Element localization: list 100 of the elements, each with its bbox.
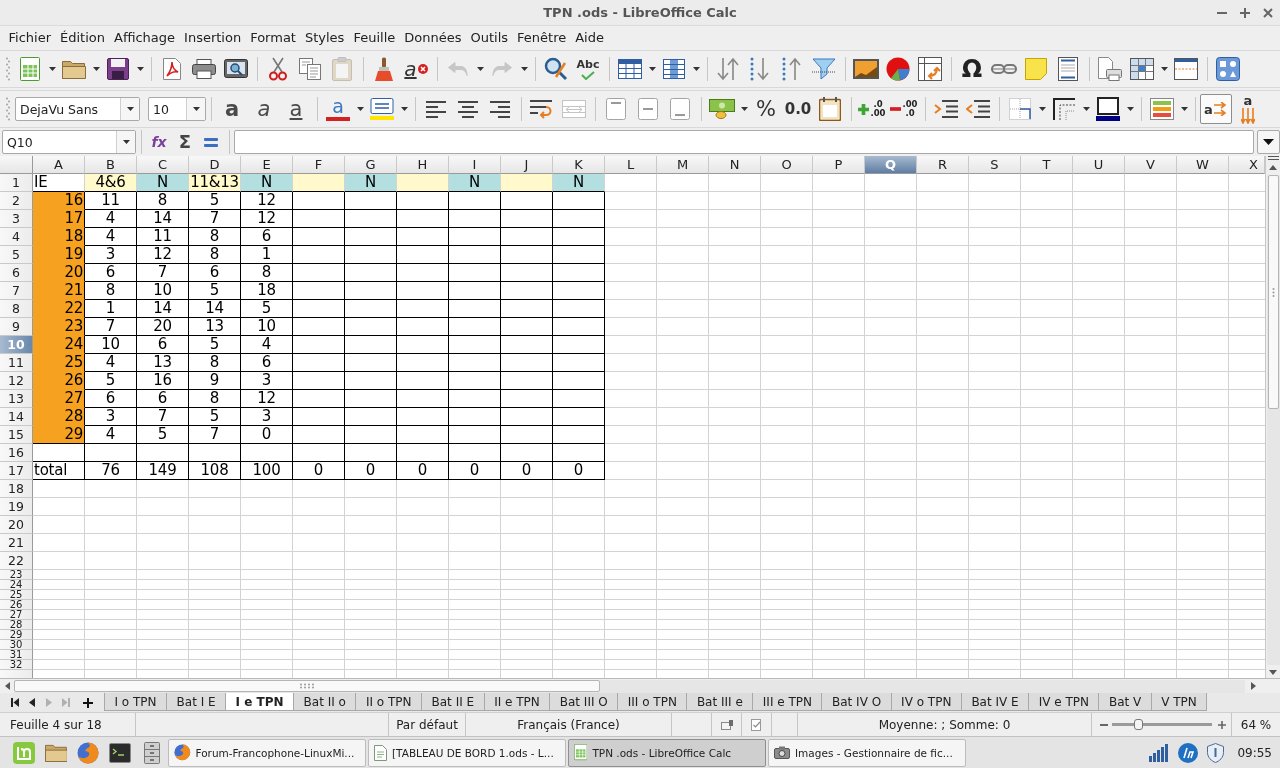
column-header[interactable]: D — [189, 156, 241, 174]
triangle-up-icon[interactable] — [1269, 164, 1277, 170]
globe-icon[interactable] — [174, 744, 191, 761]
funnel-icon[interactable] — [812, 58, 836, 80]
column-header[interactable]: O — [761, 156, 813, 174]
globe-icon[interactable] — [77, 741, 99, 764]
border-color-icon[interactable] — [1096, 97, 1120, 121]
row-header[interactable]: 26 — [0, 600, 33, 610]
magnifier-pencil-icon[interactable] — [544, 57, 568, 81]
text-direction-button[interactable]: a — [1232, 94, 1264, 124]
sheet-tab[interactable]: IV o TPN — [890, 693, 962, 711]
pdf-document-icon[interactable] — [163, 58, 181, 80]
dropdown-button[interactable] — [186, 98, 205, 120]
row-header[interactable]: 23 — [0, 570, 33, 580]
sheet-tab[interactable]: Bat II E — [421, 693, 485, 711]
taskbar-window-button[interactable]: Images - Gestionnaire de fic... — [768, 738, 966, 767]
grip-dots-icon[interactable] — [299, 683, 315, 689]
sheet-tab[interactable]: Bat I E — [166, 693, 227, 711]
column-header[interactable]: C — [137, 156, 189, 174]
row-header[interactable]: 30 — [0, 640, 33, 650]
bold-button[interactable]: a — [216, 94, 248, 124]
caret-down-icon[interactable] — [520, 67, 528, 71]
sort-up-icon[interactable] — [782, 57, 802, 81]
banknote-coins-icon[interactable] — [709, 99, 735, 119]
caret-down-icon[interactable] — [136, 67, 144, 71]
row-header[interactable]: 24 — [0, 580, 33, 590]
sheet-tab[interactable]: V TPN — [1150, 693, 1208, 711]
document-icon[interactable] — [374, 744, 387, 761]
wrap-text-icon[interactable] — [530, 99, 554, 119]
expand-button[interactable] — [1257, 130, 1280, 154]
align-bottom-icon[interactable] — [670, 98, 690, 120]
caret-down-icon[interactable] — [48, 67, 56, 71]
italic-button[interactable]: a — [248, 94, 280, 124]
align-middle-icon[interactable] — [638, 98, 658, 120]
sheet-tab[interactable]: III e TPN — [752, 693, 823, 711]
indent-increase-icon[interactable] — [934, 100, 958, 118]
column-header[interactable]: F — [293, 156, 345, 174]
formula-input-field[interactable] — [234, 130, 1254, 154]
table-rows-icon[interactable] — [618, 59, 642, 79]
row-header[interactable]: 28 — [0, 620, 33, 630]
sort-down-icon[interactable] — [750, 57, 770, 81]
arrows-right-icon[interactable] — [1213, 102, 1228, 116]
align-center-icon[interactable] — [458, 100, 478, 118]
folder-icon[interactable] — [44, 743, 68, 762]
camera-icon[interactable] — [774, 746, 790, 759]
sheet-tab[interactable]: IV e TPN — [1028, 693, 1100, 711]
column-header[interactable]: U — [1073, 156, 1125, 174]
minus-icon[interactable] — [890, 107, 902, 111]
menu-item[interactable]: Outils — [465, 27, 513, 47]
row-header[interactable]: 29 — [0, 630, 33, 640]
column-header[interactable]: K — [553, 156, 605, 174]
menu-item[interactable]: Styles — [300, 27, 349, 47]
row-header[interactable]: 25 — [0, 590, 33, 600]
font-name-field[interactable]: DejaVu Sans — [15, 97, 140, 121]
menu-item[interactable]: Fichier — [4, 27, 56, 47]
delete-decimal-button[interactable]: .00 .0 — [888, 94, 920, 124]
terminal-icon[interactable] — [109, 742, 131, 763]
equals-icon[interactable] — [204, 137, 218, 147]
sum-button[interactable]: Σ — [172, 130, 198, 154]
underline-button[interactable]: a — [280, 94, 312, 124]
caret-down-icon[interactable] — [192, 107, 200, 111]
menu-item[interactable]: Insertion — [179, 27, 246, 47]
sheet-tab[interactable]: II o TPN — [355, 693, 423, 711]
chain-link-icon[interactable] — [991, 63, 1017, 75]
menu-item[interactable]: Format — [245, 27, 301, 47]
row-header[interactable]: 32 — [0, 660, 33, 670]
sheet-tab[interactable]: Bat IV O — [821, 693, 892, 711]
caret-down-icon[interactable] — [1180, 107, 1188, 111]
sidebar-shapes-icon[interactable] — [1216, 57, 1240, 81]
signal-bars-icon[interactable] — [1149, 743, 1170, 762]
shield-icon[interactable] — [1207, 742, 1225, 763]
row-header[interactable]: 27 — [0, 610, 33, 620]
align-top-icon[interactable] — [606, 98, 626, 120]
caret-down-icon[interactable] — [1263, 139, 1274, 145]
triangle-down-icon[interactable] — [1269, 669, 1277, 675]
caret-down-icon[interactable] — [648, 67, 656, 71]
document-printer-icon[interactable] — [1098, 57, 1122, 81]
add-decimal-button[interactable]: .0 .00 — [856, 94, 888, 124]
copy-icon[interactable] — [299, 58, 321, 80]
caret-down-icon[interactable] — [126, 107, 134, 111]
menu-item[interactable]: Fenêtre — [512, 27, 571, 47]
zoom-percent-text[interactable]: 64 % — [1240, 717, 1272, 732]
pie-chart-icon[interactable] — [886, 57, 910, 81]
column-header[interactable]: N — [709, 156, 761, 174]
triangle-left-icon[interactable] — [4, 682, 10, 690]
function-wizard-button[interactable]: fx — [146, 130, 172, 154]
sheet-tab[interactable]: I o TPN — [104, 693, 168, 711]
sheet-tab[interactable]: Bat III e — [686, 693, 754, 711]
spelling-button[interactable]: Abc — [572, 54, 604, 84]
sheet-tab[interactable]: I e TPN — [225, 693, 295, 711]
row-header[interactable]: 31 — [0, 650, 33, 660]
caret-down-icon[interactable] — [740, 107, 748, 111]
taskbar-window-button[interactable]: [TABLEAU DE BORD 1.ods - L... — [368, 738, 566, 767]
caret-down-icon[interactable] — [1038, 107, 1046, 111]
menu-item[interactable]: Édition — [55, 27, 110, 47]
triangle-right-icon[interactable] — [1251, 682, 1256, 690]
column-header[interactable]: B — [85, 156, 137, 174]
percent-button[interactable]: % — [750, 94, 782, 124]
sheet-tab[interactable]: Bat V — [1098, 693, 1152, 711]
file-cabinet-icon[interactable] — [144, 741, 160, 764]
